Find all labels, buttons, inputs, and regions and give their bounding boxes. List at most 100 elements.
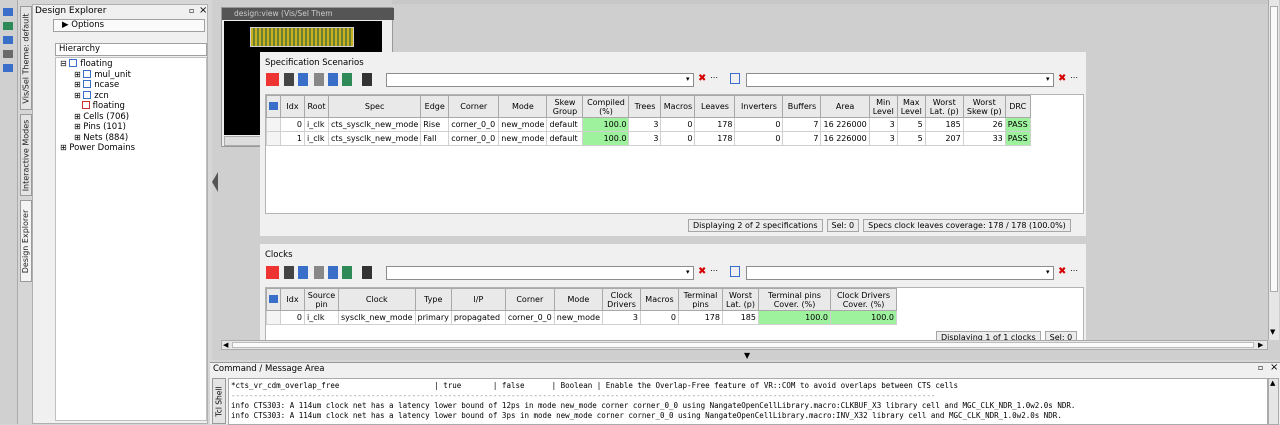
spec-filter-dropdown-icon[interactable]: ▾ xyxy=(686,75,690,83)
column-header[interactable]: Clock Drivers Cover. (%) xyxy=(830,288,897,311)
column-header[interactable]: Spec xyxy=(327,95,422,118)
column-header[interactable]: Compiled (%) xyxy=(582,95,630,118)
column-header[interactable]: Leaves xyxy=(694,95,736,118)
spec-filter2-dropdown-icon[interactable]: ▾ xyxy=(1046,75,1050,83)
spec-filter2-input[interactable] xyxy=(746,73,1054,87)
column-header[interactable]: Type xyxy=(414,288,452,311)
zoom-tool-icon[interactable] xyxy=(3,36,13,44)
table-row[interactable]: 1 i_clk cts_sysclk_new_mode Fall corner_0_0 n… xyxy=(266,131,1031,146)
clocks-more2-icon[interactable]: ⋯ xyxy=(1070,266,1078,275)
console-scroll-up-icon[interactable]: ▲ xyxy=(1270,379,1275,387)
tree-item[interactable]: floating xyxy=(60,101,206,112)
mode-tool-icon[interactable] xyxy=(3,50,13,58)
column-header[interactable]: Skew Group xyxy=(546,95,584,118)
column-header[interactable]: Idx xyxy=(280,95,305,118)
float-button[interactable]: ▫ xyxy=(189,6,194,15)
spec-clear-icon[interactable]: ✖ xyxy=(698,73,706,84)
column-header[interactable]: Root xyxy=(304,95,329,118)
dropdown-tool-icon[interactable] xyxy=(3,64,13,72)
column-header[interactable]: Inverters xyxy=(734,95,784,118)
column-header[interactable]: Trees xyxy=(628,95,662,118)
tree-item[interactable]: ⊞ Pins (101) xyxy=(60,122,206,133)
tree-item[interactable]: ⊟ floating xyxy=(60,59,206,70)
collapse-icon[interactable]: ⊟ xyxy=(60,59,69,68)
column-header[interactable]: Source pin xyxy=(304,288,339,311)
console-tab-tcl-shell[interactable]: Tcl Shell xyxy=(212,378,226,424)
spec-calendar-icon[interactable] xyxy=(730,73,740,84)
column-header[interactable]: Idx xyxy=(280,288,305,311)
main-vscrollbar[interactable]: ▼ xyxy=(1268,0,1279,340)
options-toggle[interactable]: ▶ Options xyxy=(53,19,205,32)
clocks-filter2-dropdown-icon[interactable]: ▾ xyxy=(1046,268,1050,276)
tree-item[interactable]: ⊞ Power Domains xyxy=(60,143,206,154)
hscroll-left-icon[interactable]: ◀ xyxy=(223,341,228,349)
tree-item[interactable]: ⊞ mul_unit xyxy=(60,69,206,81)
clocks-more-icon[interactable]: ⋯ xyxy=(710,266,718,275)
column-header[interactable]: Worst Lat. (p) xyxy=(924,95,964,118)
expand-icon[interactable]: ⊞ xyxy=(74,133,83,142)
clocks-filter-input[interactable] xyxy=(386,266,694,280)
column-header[interactable]: Worst Skew (p) xyxy=(962,95,1006,118)
select-tool-icon[interactable] xyxy=(3,8,13,16)
tab-design-explorer[interactable]: Design Explorer xyxy=(20,200,32,282)
close-icon[interactable]: × xyxy=(199,5,207,16)
column-header[interactable]: I/P xyxy=(450,288,506,311)
column-header[interactable]: Clock xyxy=(338,288,416,311)
expand-icon[interactable]: ⊞ xyxy=(74,91,83,100)
column-header[interactable]: Buffers xyxy=(782,95,822,118)
column-chooser-icon[interactable] xyxy=(266,288,281,311)
hscroll-thumb[interactable] xyxy=(232,342,1254,348)
tree-item[interactable]: ⊞ Cells (706) xyxy=(60,112,206,123)
scroll-thumb[interactable] xyxy=(1270,6,1278,292)
expand-icon[interactable]: ⊞ xyxy=(74,80,83,89)
tree-item[interactable]: ⊞ zcn xyxy=(60,90,206,102)
tree-item[interactable]: ⊞ Nets (884) xyxy=(60,133,206,144)
column-header[interactable]: Area xyxy=(820,95,870,118)
tab-interactive-modes[interactable]: Interactive Modes xyxy=(20,114,32,196)
table-row[interactable]: 0 i_clk sysclk_new_mode primary propagated co… xyxy=(266,310,897,325)
column-header[interactable]: Macros xyxy=(640,288,679,311)
expand-icon[interactable]: ⊞ xyxy=(74,112,83,121)
column-header[interactable]: Corner xyxy=(504,288,555,311)
column-header[interactable]: Max Level xyxy=(896,95,926,118)
clocks-filter2-input[interactable] xyxy=(746,266,1054,280)
column-header[interactable]: Terminal pins xyxy=(678,288,723,311)
expand-icon[interactable]: ⊞ xyxy=(74,122,83,131)
hscroll-right-icon[interactable]: ▶ xyxy=(1258,341,1263,349)
scroll-down-icon[interactable]: ▼ xyxy=(1270,328,1275,336)
clocks-tool-icons[interactable] xyxy=(266,266,384,279)
tab-vis-sel-theme[interactable]: Vis/Sel Theme: default xyxy=(20,6,32,110)
spec-clear2-icon[interactable]: ✖ xyxy=(1058,73,1066,84)
clocks-clear2-icon[interactable]: ✖ xyxy=(1058,266,1066,277)
spec-tool-icons[interactable] xyxy=(266,73,384,86)
column-header[interactable]: Min Level xyxy=(868,95,898,118)
row-handle[interactable] xyxy=(266,117,281,132)
tree-item[interactable]: ⊞ ncase xyxy=(60,80,206,91)
spec-more2-icon[interactable]: ⋯ xyxy=(1070,73,1078,82)
row-handle[interactable] xyxy=(266,310,281,325)
console-close-icon[interactable]: × xyxy=(1270,362,1278,373)
console-output[interactable]: *cts_vr_cdm_overlap_free | true | false … xyxy=(228,378,1268,425)
column-header[interactable]: Clock Drivers xyxy=(602,288,641,311)
clocks-clear-icon[interactable]: ✖ xyxy=(698,266,706,277)
clocks-calendar-icon[interactable] xyxy=(730,266,740,277)
column-header[interactable]: DRC xyxy=(1004,95,1031,118)
row-handle[interactable] xyxy=(266,131,281,146)
spec-filter-input[interactable] xyxy=(386,73,694,87)
column-header[interactable]: Macros xyxy=(660,95,696,118)
column-header[interactable]: Terminal pins Cover. (%) xyxy=(758,288,831,311)
expand-icon[interactable]: ⊞ xyxy=(60,143,69,152)
collapse-handle[interactable] xyxy=(212,172,218,192)
spec-more-icon[interactable]: ⋯ xyxy=(710,73,718,82)
main-hscrollbar[interactable]: ◀ ▶ xyxy=(221,340,1268,350)
expand-icon[interactable] xyxy=(74,101,82,110)
clocks-filter-dropdown-icon[interactable]: ▾ xyxy=(686,268,690,276)
table-row[interactable]: 0 i_clk cts_sysclk_new_mode Rise corner_0_0 n… xyxy=(266,117,1031,132)
splitter-arrow-icon[interactable]: ▼ xyxy=(744,351,750,360)
column-header[interactable]: Edge xyxy=(420,95,450,118)
console-vscrollbar[interactable]: ▲ xyxy=(1268,378,1279,425)
move-tool-icon[interactable] xyxy=(3,22,13,30)
console-float-icon[interactable]: ▫ xyxy=(1258,363,1263,372)
column-chooser-icon[interactable] xyxy=(266,95,281,118)
column-header[interactable]: Corner xyxy=(448,95,500,118)
